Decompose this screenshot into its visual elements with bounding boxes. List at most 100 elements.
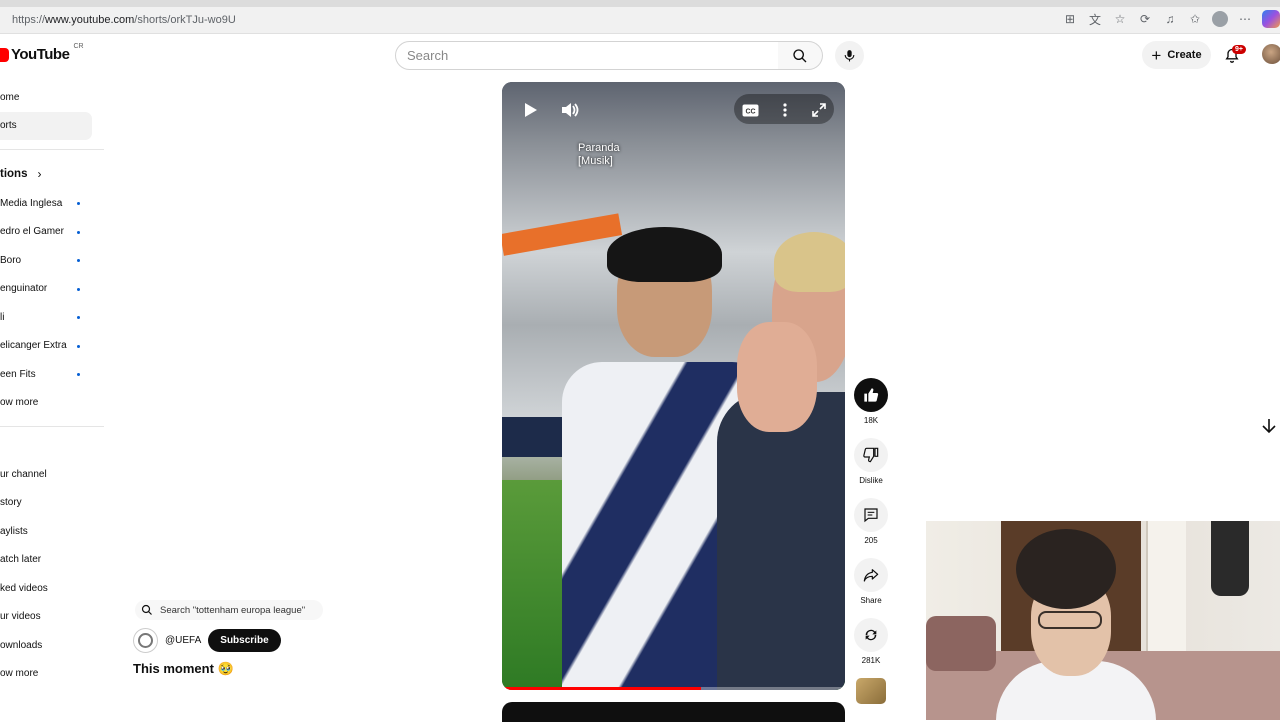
remix-button[interactable] [854,618,888,652]
sidebar-item-label: ked videos [0,582,48,594]
favorite-star-icon[interactable]: ☆ [1112,11,1128,27]
video-progress-bar[interactable] [502,687,845,690]
comments-button[interactable] [854,498,888,532]
logo-text: YouTube [11,46,70,63]
music-line-1: Paranda [578,142,620,154]
dislike-action: Dislike [853,438,889,486]
like-count: 18K [863,416,879,425]
cc-icon: CC [742,104,758,116]
new-content-dot [77,373,80,376]
subscription-item[interactable]: li [0,303,104,332]
short-video-player[interactable]: CC Paranda [Musik] [502,82,845,690]
subscription-item[interactable]: Media Inglesa [0,189,104,218]
channel-avatar[interactable] [133,628,158,653]
sidebar-item-liked-videos[interactable]: ked videos [0,574,104,603]
sidebar-item-home[interactable]: ome [0,83,104,112]
new-content-dot [77,202,80,205]
uefa-logo-icon [138,633,153,648]
channel-name[interactable]: @UEFA [165,635,201,646]
subscription-item[interactable]: enguinator [0,275,104,304]
url-prefix: https:// [12,14,46,26]
share-icon [863,569,879,582]
next-short-preview[interactable] [502,702,845,722]
like-button[interactable] [854,378,888,412]
youtube-logo[interactable]: YouTube CR [0,43,84,63]
volume-button[interactable] [559,99,581,121]
sidebar-item-shorts[interactable]: orts [0,111,92,140]
subscriptions-show-more[interactable]: ow more [0,389,104,418]
related-search-chip[interactable]: Search "tottenham europa league" [135,600,323,620]
sidebar-item-label: ome [0,91,20,103]
video-title: This moment 🥹 [133,661,234,676]
extensions-icon[interactable]: ⟳ [1137,11,1153,27]
divider [0,426,104,427]
dislike-button[interactable] [854,438,888,472]
profile-avatar-icon[interactable] [1212,11,1228,27]
sidebar-item-playlists[interactable]: aylists [0,517,104,546]
music-line-2: [Musik] [578,155,613,167]
media-icon[interactable]: ♫ [1162,11,1178,27]
search-input[interactable]: Search [395,41,779,70]
music-title[interactable]: Paranda [Musik] [578,142,620,168]
more-options-button[interactable] [774,99,796,121]
sidebar-item-downloads[interactable]: ownloads [0,631,104,660]
divider [0,149,104,150]
chevron-right-icon: › [37,167,42,181]
sidebar-item-label: story [0,497,22,509]
new-content-dot [77,230,80,234]
subscription-item[interactable]: Boro [0,246,104,275]
show-more-label: ow more [0,668,39,680]
sidebar-item-history[interactable]: story [0,489,104,518]
translate-icon[interactable]: 文 [1087,11,1103,27]
youtube-logo-icon [0,47,9,62]
next-short-button[interactable] [1258,415,1280,437]
thumbs-up-icon [864,388,879,402]
favorites-icon[interactable]: ✩ [1187,11,1203,27]
create-label: Create [1167,49,1202,61]
sidebar-item-label: atch later [0,554,42,566]
captions-button[interactable]: CC [739,99,761,121]
sidebar-item-watch-later[interactable]: atch later [0,546,104,575]
create-button[interactable]: + Create [1142,41,1211,69]
more-vert-icon [783,103,787,117]
voice-search-button[interactable] [835,41,864,70]
user-avatar[interactable] [1262,44,1280,64]
sidebar-item-your-channel[interactable]: ur channel [0,460,104,489]
new-content-dot [77,259,80,262]
sound-thumbnail[interactable] [856,678,886,704]
subscription-label: een Fits [0,368,36,380]
app-icon[interactable]: ⊞ [1062,11,1078,27]
coach-body [717,392,845,690]
sidebar-item-label: ur videos [0,611,41,623]
fullscreen-button[interactable] [808,99,830,121]
thumbs-down-icon [863,447,879,463]
subscription-item[interactable]: elicanger Extra [0,332,104,361]
subscriptions-heading[interactable]: tions › [0,159,104,189]
like-action: 18K [853,378,889,426]
plus-icon: + [1151,45,1162,65]
channel-info: @UEFA Subscribe [133,628,281,653]
share-button[interactable] [854,558,888,592]
play-icon [525,103,537,117]
search-icon [141,604,152,615]
coach-hand [737,322,817,432]
subscription-label: enguinator [0,283,48,295]
new-content-dot [77,287,80,291]
copilot-icon[interactable] [1262,10,1280,28]
search-button[interactable] [778,41,823,70]
url-domain: www.youtube.com [45,14,135,26]
sidebar-item-your-videos[interactable]: ur videos [0,603,104,632]
play-button[interactable] [520,99,542,121]
subscription-item[interactable]: edro el Gamer [0,218,104,247]
comment-icon [864,508,878,523]
subscription-item[interactable]: een Fits [0,360,104,389]
subscribe-button[interactable]: Subscribe [208,629,281,652]
subscription-label: Boro [0,254,22,266]
more-horizontal-icon[interactable]: ⋯ [1237,11,1253,27]
sidebar-item-label: orts [0,120,17,132]
address-bar[interactable]: https://www.youtube.com/shorts/orkTJu-wo… [12,14,236,26]
player-hair [607,227,722,282]
you-show-more[interactable]: ow more [0,660,104,689]
subscription-label: Media Inglesa [0,197,63,209]
sidebar: ome orts tions › Media Inglesa edro el Ga… [0,83,104,688]
